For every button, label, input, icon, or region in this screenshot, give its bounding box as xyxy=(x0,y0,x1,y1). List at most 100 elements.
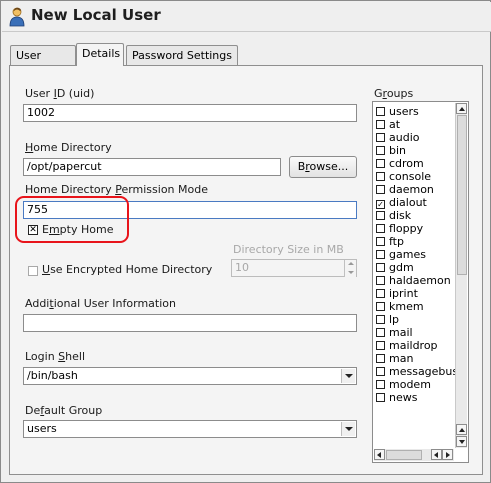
spin-down-icon[interactable] xyxy=(344,268,356,277)
additional-info-input[interactable] xyxy=(23,314,357,332)
group-item[interactable]: at xyxy=(376,118,400,131)
login-shell-label: Login Shell xyxy=(25,350,86,363)
chevron-down-icon[interactable] xyxy=(341,369,355,383)
tab-user-data[interactable]: User Data xyxy=(10,45,76,82)
login-shell-select[interactable]: /bin/bash xyxy=(23,367,357,385)
group-checkbox[interactable] xyxy=(376,146,385,155)
group-name: audio xyxy=(389,131,420,144)
vertical-scrollbar[interactable] xyxy=(455,103,467,448)
dialog-window: New Local User User Data Details Passwor… xyxy=(0,0,491,483)
group-checkbox[interactable] xyxy=(376,263,385,272)
user-id-input[interactable]: 1002 xyxy=(23,104,357,122)
scroll-up-icon[interactable] xyxy=(456,103,467,114)
encrypted-home-label: Use Encrypted Home Directory xyxy=(42,263,213,276)
group-name: haldaemon xyxy=(389,274,451,287)
group-name: mail xyxy=(389,326,413,339)
group-checkbox[interactable] xyxy=(376,237,385,246)
group-item[interactable]: ftp xyxy=(376,235,404,248)
group-checkbox[interactable] xyxy=(376,289,385,298)
group-item[interactable]: bin xyxy=(376,144,406,157)
tab-label: Password Settings xyxy=(132,49,232,62)
additional-info-label: Additional User Information xyxy=(25,297,176,310)
group-item[interactable]: modem xyxy=(376,378,431,391)
group-checkbox[interactable] xyxy=(376,133,385,142)
group-name: floppy xyxy=(389,222,424,235)
scrollbar-thumb[interactable] xyxy=(386,450,422,460)
home-directory-input[interactable]: /opt/papercut xyxy=(23,158,281,176)
group-item[interactable]: news xyxy=(376,391,417,404)
group-name: messagebus xyxy=(389,365,459,378)
group-checkbox[interactable] xyxy=(376,120,385,129)
group-checkbox[interactable] xyxy=(376,393,385,402)
group-checkbox[interactable] xyxy=(376,211,385,220)
group-checkbox[interactable] xyxy=(376,315,385,324)
group-item[interactable]: lp xyxy=(376,313,399,326)
group-item[interactable]: messagebus xyxy=(376,365,458,378)
group-name: maildrop xyxy=(389,339,438,352)
group-checkbox[interactable] xyxy=(376,302,385,311)
group-checkbox[interactable] xyxy=(376,328,385,337)
tab-details[interactable]: Details xyxy=(76,43,124,66)
user-id-label: User ID (uid) xyxy=(25,87,95,100)
scroll-left-icon[interactable] xyxy=(431,449,442,460)
group-name: dialout xyxy=(389,196,427,209)
directory-size-input[interactable]: 10 xyxy=(231,259,357,277)
scrollbar-thumb[interactable] xyxy=(457,115,467,275)
user-icon xyxy=(9,7,25,27)
directory-size-label: Directory Size in MB xyxy=(233,243,344,256)
permission-mode-label: Home Directory Permission Mode xyxy=(25,183,208,196)
group-checkbox[interactable] xyxy=(376,172,385,181)
group-checkbox[interactable] xyxy=(376,224,385,233)
group-item[interactable]: ✓ dialout xyxy=(376,196,427,209)
group-checkbox[interactable] xyxy=(376,341,385,350)
group-item[interactable]: mail xyxy=(376,326,413,339)
group-name: man xyxy=(389,352,414,365)
chevron-down-icon[interactable] xyxy=(341,422,355,436)
group-checkbox[interactable] xyxy=(376,276,385,285)
group-item[interactable]: games xyxy=(376,248,426,261)
group-name: cdrom xyxy=(389,157,424,170)
group-item[interactable]: audio xyxy=(376,131,419,144)
group-item[interactable]: cdrom xyxy=(376,157,424,170)
group-checkbox[interactable] xyxy=(376,354,385,363)
browse-button[interactable]: Browse... xyxy=(289,156,357,178)
group-item[interactable]: man xyxy=(376,352,413,365)
tab-password-settings[interactable]: Password Settings xyxy=(126,45,238,67)
group-name: disk xyxy=(389,209,412,222)
group-item[interactable]: disk xyxy=(376,209,411,222)
group-item[interactable]: maildrop xyxy=(376,339,438,352)
group-name: at xyxy=(389,118,401,131)
scroll-down-icon[interactable] xyxy=(456,436,467,447)
group-name: bin xyxy=(389,144,407,157)
scroll-up-icon[interactable] xyxy=(456,424,467,435)
group-item[interactable]: floppy xyxy=(376,222,423,235)
group-name: kmem xyxy=(389,300,424,313)
group-checkbox[interactable] xyxy=(376,185,385,194)
group-checkbox[interactable] xyxy=(376,380,385,389)
horizontal-scrollbar[interactable] xyxy=(374,449,454,461)
window-title: New Local User xyxy=(31,6,161,24)
group-name: lp xyxy=(389,313,400,326)
scroll-left-icon[interactable] xyxy=(374,449,385,460)
group-name: ftp xyxy=(389,235,404,248)
group-item[interactable]: console xyxy=(376,170,431,183)
group-checkbox[interactable] xyxy=(376,159,385,168)
group-item[interactable]: users xyxy=(376,105,419,118)
scroll-right-icon[interactable] xyxy=(442,449,453,460)
group-item[interactable]: kmem xyxy=(376,300,424,313)
default-group-label: Default Group xyxy=(25,404,103,417)
group-checkbox[interactable]: ✓ xyxy=(376,200,385,209)
encrypted-home-checkbox[interactable] xyxy=(28,266,38,276)
group-item[interactable]: iprint xyxy=(376,287,418,300)
group-item[interactable]: daemon xyxy=(376,183,434,196)
group-name: news xyxy=(389,391,418,404)
default-group-select[interactable]: users xyxy=(23,420,357,438)
group-checkbox[interactable] xyxy=(376,367,385,376)
group-name: gdm xyxy=(389,261,414,274)
group-item[interactable]: haldaemon xyxy=(376,274,451,287)
groups-list[interactable]: users at audio bin cdrom console daemon ✓ dialou… xyxy=(372,101,469,463)
tab-label: Details xyxy=(82,47,121,60)
group-checkbox[interactable] xyxy=(376,107,385,116)
group-item[interactable]: gdm xyxy=(376,261,414,274)
group-checkbox[interactable] xyxy=(376,250,385,259)
